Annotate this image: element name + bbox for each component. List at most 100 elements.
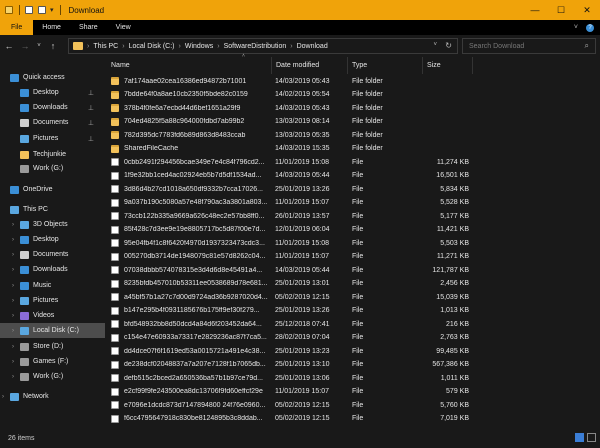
breadcrumb-local-disk[interactable]: Local Disk (C:) [129, 43, 175, 50]
folder-row[interactable]: 378b4f0fe6a7ecbd44d6bef1651a29f9 14/03/20… [107, 102, 600, 114]
chevron-right-icon[interactable]: › [2, 394, 4, 400]
chevron-right-icon[interactable]: › [12, 344, 14, 350]
sidebar-item-games-f[interactable]: › Games (F:) [0, 354, 105, 369]
sidebar-item-downloads[interactable]: › Downloads [0, 262, 105, 277]
column-header-size[interactable]: Size [423, 57, 473, 74]
back-button[interactable]: ← [2, 41, 16, 51]
close-button[interactable]: ✕ [574, 0, 600, 20]
sidebar-item-store-d[interactable]: › Store (D:) [0, 339, 105, 354]
chevron-right-icon[interactable]: › [12, 237, 14, 243]
file-row[interactable]: 07038dbbb574078315e3d4d6d8e45491a4... 14/… [107, 264, 600, 276]
file-row[interactable]: bfd548932bb8d50dcd4a84d6f203452da64... 25… [107, 318, 600, 330]
tab-share[interactable]: Share [70, 20, 107, 35]
sidebar-item-documents[interactable]: › Documents [0, 247, 105, 262]
sidebar-item-desktop[interactable]: › Desktop [0, 232, 105, 247]
help-icon[interactable]: ? [586, 23, 594, 32]
file-row[interactable]: 73ccb122b335a9669a626c48ec2e57bb8ff0... 2… [107, 210, 600, 222]
large-icons-view-button[interactable] [587, 433, 596, 442]
file-row[interactable]: e2cf99f9fe243500ea8dc13706f9fd60effcf29e… [107, 386, 600, 398]
file-row[interactable]: c154e47e60933a73317e2829236ac87f7ca5... 2… [107, 332, 600, 344]
address-bar[interactable]: › This PC › Local Disk (C:) › Windows › … [68, 38, 458, 54]
sidebar-item-onedrive[interactable]: OneDrive [0, 182, 105, 197]
pin-icon[interactable]: ⊥ [88, 89, 94, 97]
sidebar-item-work-g[interactable]: › Work (G:) [0, 369, 105, 384]
folder-row[interactable]: 704ed4825f5a88c964000fdbd7ab99b2 13/03/20… [107, 116, 600, 128]
file-row[interactable]: 8235bfdb457010b53311ee0538689d78e681... 2… [107, 278, 600, 290]
sidebar-item-network[interactable]: › Network [0, 389, 105, 404]
file-row[interactable]: dd4dce07f6f1619ed53a0015721a491e4c38... 2… [107, 345, 600, 357]
folder-row[interactable]: SharedFileCache 14/03/2019 15:35 File fold… [107, 143, 600, 155]
address-history-dropdown[interactable]: ˅ [433, 42, 437, 48]
sidebar-item-pictures[interactable]: › Pictures [0, 293, 105, 308]
expand-ribbon-icon[interactable]: ˅ [574, 24, 578, 31]
chevron-right-icon[interactable]: › [12, 374, 14, 380]
details-view-button[interactable] [575, 433, 584, 442]
up-button[interactable]: ↑ [46, 41, 60, 51]
folder-row[interactable]: 7af174aae02cea16386ed94872b71001 14/03/20… [107, 75, 600, 87]
file-row[interactable]: b147e295b4f0931185676b175ff9ef30f279... 2… [107, 305, 600, 317]
sidebar-item-quick-access[interactable]: Quick access [0, 70, 105, 85]
file-row[interactable]: 0cbb2491f294456bcae349e7e4c84f796cd2... 1… [107, 156, 600, 168]
search-input[interactable]: Search Download ⌕ [462, 38, 596, 54]
breadcrumb-download[interactable]: Download [297, 43, 328, 50]
sidebar-item-work-g[interactable]: Work (G:) [0, 161, 105, 176]
sidebar-item-videos[interactable]: › Videos [0, 308, 105, 323]
breadcrumb-separator: › [87, 42, 90, 50]
file-row[interactable]: de238dcf02048837a7a207e7128f1b7065db... 2… [107, 359, 600, 371]
forward-button[interactable]: → [18, 41, 32, 51]
chevron-right-icon[interactable]: › [12, 283, 14, 289]
sidebar-item-desktop[interactable]: Desktop ⊥ [0, 85, 105, 100]
chevron-right-icon[interactable]: › [12, 328, 14, 334]
pin-icon[interactable]: ⊥ [88, 104, 94, 112]
file-row[interactable]: f6cc4795647918c830be8124895b3c8ddab... 05… [107, 413, 600, 425]
file-row[interactable]: a45bf57b1a27c7d00d9724ad36b9287020d4... 0… [107, 291, 600, 303]
properties-icon[interactable] [25, 6, 33, 14]
breadcrumb-windows[interactable]: Windows [185, 43, 213, 50]
pin-icon[interactable]: ⊥ [88, 135, 94, 143]
tab-view[interactable]: View [107, 20, 140, 35]
chevron-right-icon[interactable]: › [12, 359, 14, 365]
file-row[interactable]: 95e04fb4f1c8f6420f4970d1937323473cdc3...… [107, 237, 600, 249]
new-folder-icon[interactable] [38, 6, 46, 14]
minimize-button[interactable]: — [522, 0, 548, 20]
file-row[interactable]: e7096e1dcdc873d7147894800 24f76e0960... 0… [107, 399, 600, 411]
sidebar-item-music[interactable]: › Music [0, 278, 105, 293]
tab-home[interactable]: Home [33, 20, 70, 35]
chevron-right-icon[interactable]: › [12, 313, 14, 319]
file-date-modified: 11/01/2019 15:07 [275, 253, 329, 260]
vertical-scrollbar[interactable] [594, 74, 600, 429]
column-header-type[interactable]: Type [348, 57, 423, 74]
breadcrumb-this-pc[interactable]: This PC [93, 43, 118, 50]
folder-row[interactable]: 7bdde64f0a8ae10cb2350f5bde82c0159 14/02/2… [107, 89, 600, 101]
file-date-modified: 25/01/2019 13:10 [275, 361, 330, 368]
refresh-button[interactable]: ↻ [445, 41, 452, 50]
file-row[interactable]: defb515c2bced2a650536ba57b1b97ce79d... 25… [107, 372, 600, 384]
chevron-right-icon[interactable]: › [12, 298, 14, 304]
file-row[interactable]: 3d86d4b27cd1018a650df9332b7cca17026... 25… [107, 183, 600, 195]
recent-locations-button[interactable]: ˅ [34, 43, 44, 49]
column-header-name[interactable]: Name [107, 57, 272, 74]
sidebar-item-pictures[interactable]: Pictures ⊥ [0, 131, 105, 146]
sidebar-item-techjunkie[interactable]: Techjunkie [0, 147, 105, 162]
chevron-right-icon[interactable]: › [12, 267, 14, 273]
pin-icon[interactable]: ⊥ [88, 119, 94, 127]
sidebar-item-downloads[interactable]: Downloads ⊥ [0, 100, 105, 115]
file-icon [111, 374, 119, 382]
file-icon [111, 198, 119, 207]
customize-toolbar-icon[interactable]: ▾ [50, 6, 54, 14]
file-row[interactable]: 85f428c7d3ee9e19e8805717bc5d87f00e7d... 1… [107, 224, 600, 236]
sidebar-item-this-pc[interactable]: This PC [0, 202, 105, 217]
tab-file[interactable]: File [0, 20, 34, 35]
folder-row[interactable]: 782d395dc7783fd6b89d863d8483ccab 13/03/20… [107, 129, 600, 141]
sidebar-item-3d-objects[interactable]: › 3D Objects [0, 217, 105, 232]
sidebar-item-local-disk-c[interactable]: › Local Disk (C:) [0, 323, 105, 338]
chevron-right-icon[interactable]: › [12, 252, 14, 258]
file-row[interactable]: 005270db3714de1948079c81e57d8262c04... 11… [107, 251, 600, 263]
file-row[interactable]: 1f9e32bb1ced4ac02924eb5b7d5df1534ad... 14… [107, 170, 600, 182]
sidebar-item-documents[interactable]: Documents ⊥ [0, 115, 105, 130]
file-row[interactable]: 9a037b190c5080a57e48f790ac3a3801a803... 1… [107, 197, 600, 209]
maximize-button[interactable]: ☐ [548, 0, 574, 20]
breadcrumb-software-distribution[interactable]: SoftwareDistribution [224, 43, 287, 50]
chevron-right-icon[interactable]: › [12, 222, 14, 228]
column-header-date[interactable]: Date modified [272, 57, 348, 74]
